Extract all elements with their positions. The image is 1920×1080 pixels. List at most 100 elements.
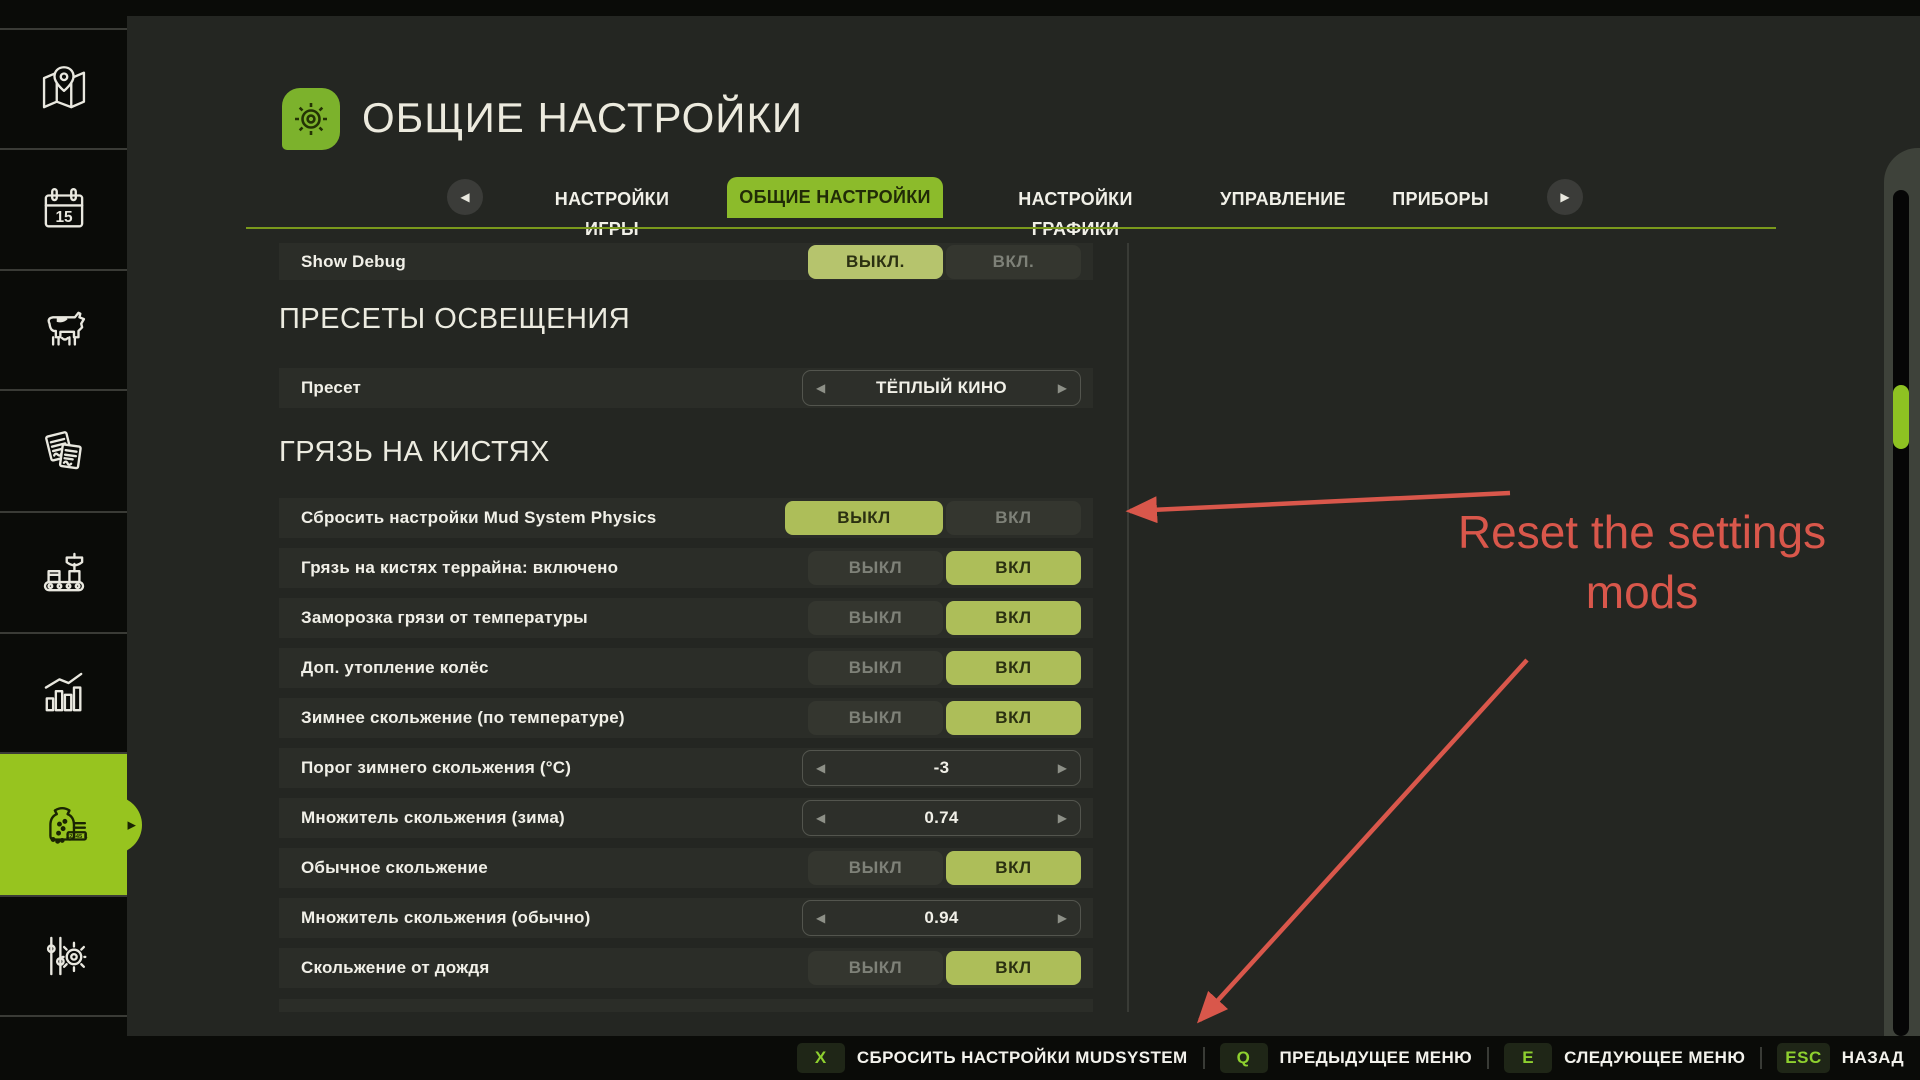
toggle-group: ВЫКЛ ВКЛ: [785, 501, 1081, 535]
setting-label: Сбросить настройки Mud System Physics: [301, 508, 656, 528]
toggle-off-button[interactable]: ВЫКЛ: [808, 551, 943, 585]
setting-label: Скольжение от дождя: [301, 958, 489, 978]
decrement-arrow-icon[interactable]: ◀: [816, 811, 825, 825]
tab-devices[interactable]: ПРИБОРЫ: [1383, 184, 1498, 214]
decrement-arrow-icon[interactable]: ◀: [816, 761, 825, 775]
key-x-badge: X: [797, 1043, 845, 1073]
sidebar-item-contracts[interactable]: [0, 391, 127, 511]
setting-row-preset: Пресет ◀ ТЁПЛЫЙ КИНО ▶: [279, 368, 1093, 408]
toggle-off-button[interactable]: ВЫКЛ: [808, 651, 943, 685]
setting-row-winter-slip: Зимнее скольжение (по температуре) ВЫКЛ …: [279, 698, 1093, 738]
content-divider: [1127, 243, 1129, 1012]
hint-separator: [1203, 1047, 1205, 1069]
setting-row-terrain-mud: Грязь на кистях террайна: включено ВЫКЛ …: [279, 548, 1093, 588]
sidebar-divider: [0, 1015, 127, 1017]
setting-row-winter-slip-threshold: Порог зимнего скольжения (°C) ◀ -3 ▶: [279, 748, 1093, 788]
toggle-on-button[interactable]: ВКЛ: [946, 701, 1081, 735]
setting-row-mud-freeze: Заморозка грязи от температуры ВЫКЛ ВКЛ: [279, 598, 1093, 638]
increment-arrow-icon[interactable]: ▶: [1058, 761, 1067, 775]
svg-text:15: 15: [55, 208, 73, 225]
chevron-left-icon: ◀: [460, 190, 469, 204]
toggle-off-button[interactable]: ВЫКЛ: [785, 501, 943, 535]
toggle-on-button[interactable]: ВКЛ: [946, 951, 1081, 985]
toggle-off-button[interactable]: ВЫКЛ: [808, 951, 943, 985]
hint-label: СЛЕДУЮЩЕЕ МЕНЮ: [1564, 1048, 1745, 1068]
increment-arrow-icon[interactable]: ▶: [1058, 811, 1067, 825]
statistics-icon: [35, 664, 93, 722]
calendar-icon: 15: [35, 181, 93, 239]
preset-value: ТЁПЛЫЙ КИНО: [876, 378, 1007, 398]
key-e-badge: E: [1504, 1043, 1552, 1073]
setting-label: Обычное скольжение: [301, 858, 488, 878]
toggle-off-button[interactable]: ВЫКЛ.: [808, 245, 943, 279]
hint-label: СБРОСИТЬ НАСТРОЙКИ MUDSYSTEM: [857, 1048, 1188, 1068]
svg-text:12345 L: 12345 L: [65, 834, 87, 840]
toggle-on-button[interactable]: ВКЛ: [946, 651, 1081, 685]
setting-row-normal-slip: Обычное скольжение ВЫКЛ ВКЛ: [279, 848, 1093, 888]
sidebar-item-calendar[interactable]: 15: [0, 150, 127, 269]
hint-separator: [1487, 1047, 1489, 1069]
toggle-on-button[interactable]: ВКЛ: [946, 551, 1081, 585]
hint-label: ПРЕДЫДУЩЕЕ МЕНЮ: [1280, 1048, 1473, 1068]
sidebar: 15: [0, 16, 127, 1036]
stepper-value: 0.74: [924, 808, 958, 828]
toggle-off-button[interactable]: ВЫКЛ: [808, 601, 943, 635]
annotation-text: Reset the settings mods: [1412, 503, 1872, 623]
toggle-on-button[interactable]: ВКЛ: [946, 601, 1081, 635]
toggle-off-button[interactable]: ВЫКЛ: [808, 851, 943, 885]
animals-icon: [35, 301, 93, 359]
hint-separator: [1760, 1047, 1762, 1069]
toggle-off-button[interactable]: ВЫКЛ: [808, 701, 943, 735]
setting-label: Заморозка грязи от температуры: [301, 608, 588, 628]
tab-game-settings[interactable]: НАСТРОЙКИ ИГРЫ: [527, 184, 697, 214]
chevron-right-icon: ▶: [1560, 190, 1569, 204]
toggle-on-button[interactable]: ВКЛ: [946, 851, 1081, 885]
setting-row-reset-mud-physics: Сбросить настройки Mud System Physics ВЫ…: [279, 498, 1093, 538]
scrollbar-thumb[interactable]: [1893, 385, 1909, 449]
sidebar-item-statistics[interactable]: [0, 634, 127, 752]
tab-underline: [246, 227, 1776, 229]
tab-general-settings[interactable]: ОБЩИЕ НАСТРОЙКИ: [727, 177, 943, 218]
decrement-arrow-icon[interactable]: ◀: [816, 911, 825, 925]
page-title: ОБЩИЕ НАСТРОЙКИ: [362, 94, 803, 142]
scrollbar-track[interactable]: [1893, 190, 1909, 1036]
key-esc-badge: ESC: [1777, 1043, 1829, 1073]
top-bar: [0, 0, 1920, 16]
stepper-value: 0.94: [924, 908, 958, 928]
active-pointer-icon: ▶: [128, 818, 136, 831]
value-stepper[interactable]: ◀ 0.94 ▶: [802, 900, 1081, 936]
toggle-on-button[interactable]: ВКЛ.: [946, 245, 1081, 279]
tabs-next-button[interactable]: ▶: [1547, 179, 1583, 215]
hint-previous-menu[interactable]: Q ПРЕДЫДУЩЕЕ МЕНЮ: [1220, 1043, 1473, 1073]
stepper-value: -3: [934, 758, 950, 778]
setting-label: Порог зимнего скольжения (°C): [301, 758, 571, 778]
toggle-on-button[interactable]: ВКЛ: [946, 501, 1081, 535]
setting-label: Show Debug: [301, 252, 406, 272]
hint-reset-mudsystem[interactable]: X СБРОСИТЬ НАСТРОЙКИ MUDSYSTEM: [797, 1043, 1188, 1073]
value-stepper[interactable]: ◀ 0.74 ▶: [802, 800, 1081, 836]
tabs-prev-button[interactable]: ◀: [447, 179, 483, 215]
tab-controls[interactable]: УПРАВЛЕНИЕ: [1208, 184, 1358, 214]
tab-graphics-settings[interactable]: НАСТРОЙКИ ГРАФИКИ: [973, 184, 1178, 214]
hint-label: НАЗАД: [1842, 1048, 1904, 1068]
decrement-arrow-icon[interactable]: ◀: [816, 381, 825, 395]
sidebar-item-prices[interactable]: 12345 L ▶: [0, 754, 127, 895]
sidebar-item-animals[interactable]: [0, 271, 127, 389]
setting-label: Зимнее скольжение (по температуре): [301, 708, 625, 728]
value-stepper[interactable]: ◀ -3 ▶: [802, 750, 1081, 786]
hint-next-menu[interactable]: E СЛЕДУЮЩЕЕ МЕНЮ: [1504, 1043, 1745, 1073]
toggle-group: ВЫКЛ ВКЛ: [808, 851, 1081, 885]
setting-row-show-debug: Show Debug ВЫКЛ. ВКЛ.: [279, 243, 1093, 280]
setting-label: Доп. утопление колёс: [301, 658, 489, 678]
sidebar-item-map[interactable]: [0, 30, 127, 148]
increment-arrow-icon[interactable]: ▶: [1058, 911, 1067, 925]
preset-selector[interactable]: ◀ ТЁПЛЫЙ КИНО ▶: [802, 370, 1081, 406]
sidebar-item-settings[interactable]: [0, 897, 127, 1015]
sidebar-item-production[interactable]: [0, 513, 127, 632]
setting-row-rain-slip: Скольжение от дождя ВЫКЛ ВКЛ: [279, 948, 1093, 988]
hint-back[interactable]: ESC НАЗАД: [1777, 1043, 1904, 1073]
setting-label: Множитель скольжения (зима): [301, 808, 565, 828]
map-icon: [35, 60, 93, 118]
clipped-row: [279, 999, 1093, 1012]
increment-arrow-icon[interactable]: ▶: [1058, 381, 1067, 395]
